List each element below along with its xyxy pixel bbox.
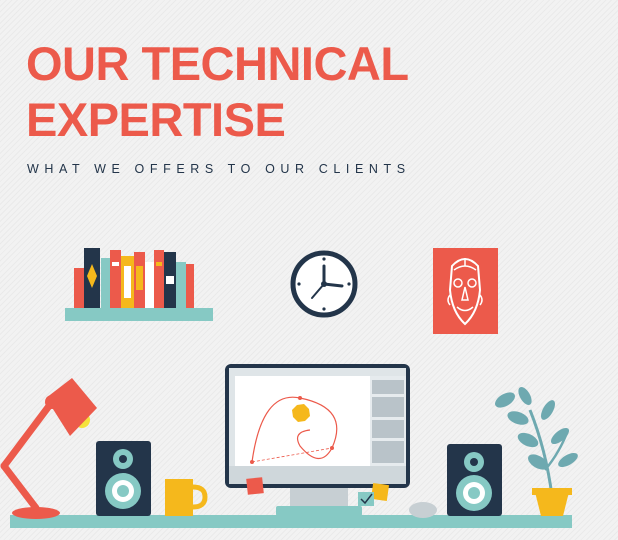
- coffee-mug-icon: [165, 479, 208, 516]
- speaker-icon: [96, 441, 151, 516]
- desk-lamp-icon: [0, 378, 97, 519]
- speaker-icon-right: [447, 444, 502, 516]
- bookshelf-icon: [65, 248, 213, 321]
- computer-mouse-icon: [409, 502, 437, 518]
- wall-clock-icon: [290, 250, 358, 318]
- potted-plant-icon: [495, 386, 578, 516]
- tribal-mask-poster-icon: [433, 248, 498, 334]
- desk-surface: [10, 515, 572, 528]
- workspace-illustration: [0, 248, 578, 528]
- desktop-monitor-icon: [225, 364, 410, 516]
